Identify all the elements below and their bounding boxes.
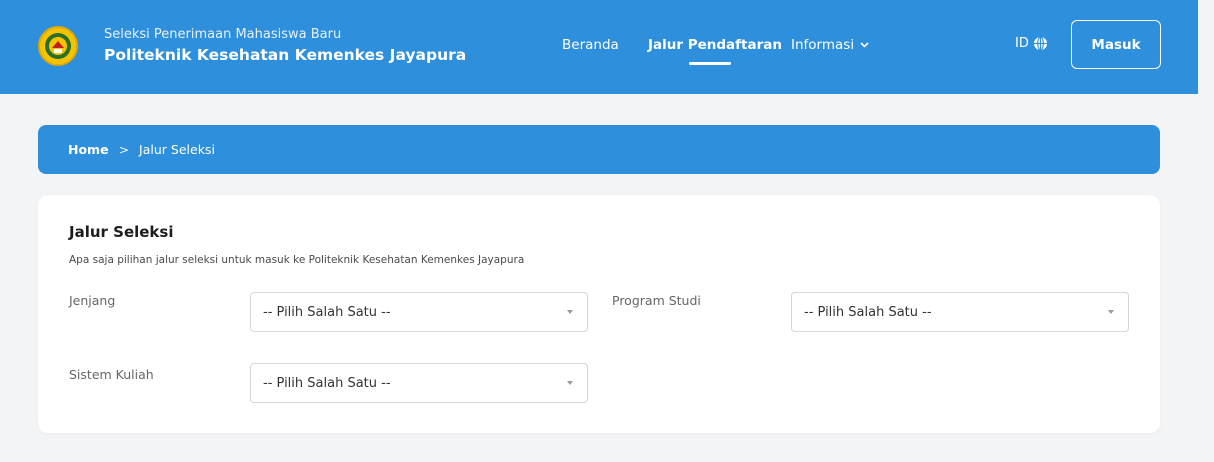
jenjang-select[interactable]: -- Pilih Salah Satu -- <box>250 292 588 332</box>
sistem-kuliah-select[interactable]: -- Pilih Salah Satu -- <box>250 363 588 403</box>
language-switcher[interactable]: ID <box>1015 36 1048 51</box>
jenjang-select-value: -- Pilih Salah Satu -- <box>263 304 391 320</box>
login-button[interactable]: Masuk <box>1071 20 1161 69</box>
nav-active-indicator <box>689 62 731 65</box>
language-code: ID <box>1015 36 1029 51</box>
sistem-kuliah-select-value: -- Pilih Salah Satu -- <box>263 375 391 391</box>
brand-title[interactable]: Politeknik Kesehatan Kemenkes Jayapura <box>104 46 466 64</box>
page-scrollbar[interactable] <box>1198 0 1214 462</box>
caret-down-icon <box>567 310 573 314</box>
sistem-kuliah-label: Sistem Kuliah <box>69 367 154 382</box>
nav-informasi-label: Informasi <box>791 37 855 53</box>
card-title: Jalur Seleksi <box>69 223 174 241</box>
nav-informasi[interactable]: Informasi <box>791 37 869 53</box>
selection-card: Jalur Seleksi Apa saja pilihan jalur sel… <box>38 195 1160 433</box>
breadcrumb-home[interactable]: Home <box>68 142 109 157</box>
jenjang-label: Jenjang <box>69 293 116 308</box>
card-description: Apa saja pilihan jalur seleksi untuk mas… <box>69 254 525 266</box>
nav-jalur-pendaftaran[interactable]: Jalur Pendaftaran <box>648 37 782 53</box>
caret-down-icon <box>1108 310 1114 314</box>
caret-down-icon <box>567 381 573 385</box>
breadcrumb: Home > Jalur Seleksi <box>38 125 1160 174</box>
nav-beranda[interactable]: Beranda <box>562 37 619 53</box>
program-studi-label: Program Studi <box>612 293 701 308</box>
top-navbar: Seleksi Penerimaan Mahasiswa Baru Polite… <box>0 0 1198 94</box>
breadcrumb-separator: > <box>118 142 130 157</box>
globe-icon <box>1033 36 1047 51</box>
breadcrumb-current: Jalur Seleksi <box>139 142 215 157</box>
program-studi-select[interactable]: -- Pilih Salah Satu -- <box>791 292 1129 332</box>
institution-logo-icon[interactable] <box>38 26 78 66</box>
chevron-down-icon <box>860 42 869 48</box>
program-studi-select-value: -- Pilih Salah Satu -- <box>804 304 932 320</box>
brand-subtitle: Seleksi Penerimaan Mahasiswa Baru <box>104 27 342 42</box>
